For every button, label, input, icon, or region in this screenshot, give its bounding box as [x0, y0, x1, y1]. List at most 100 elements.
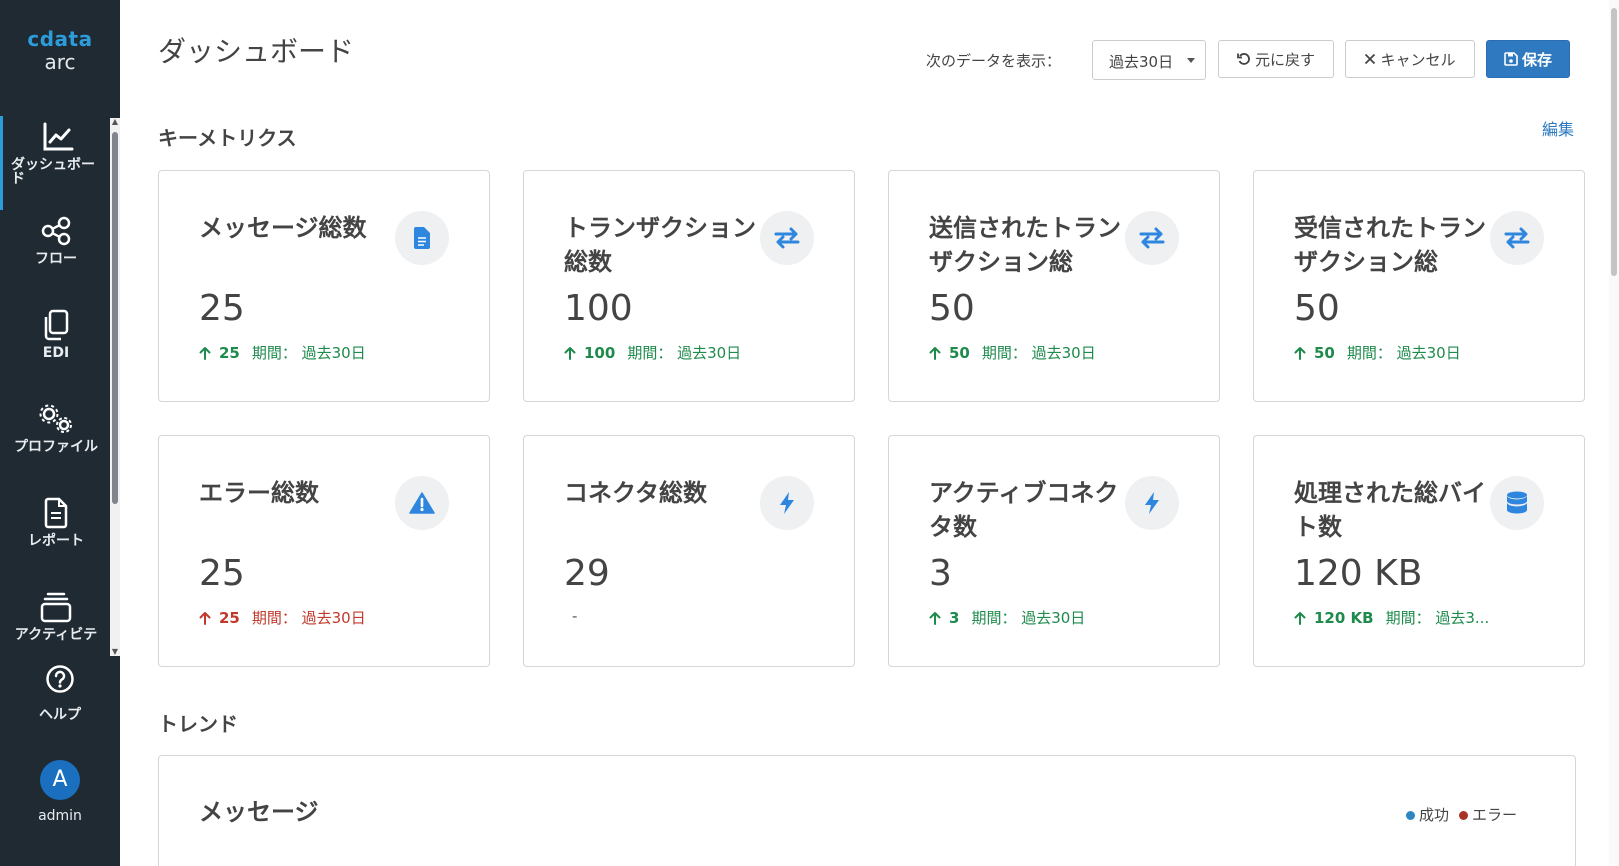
- arrow-up-icon: [929, 611, 941, 625]
- gears-icon: [0, 402, 112, 436]
- bolt-icon: [760, 476, 814, 530]
- document-icon: [0, 496, 112, 530]
- save-label: 保存: [1521, 50, 1552, 69]
- metric-delta: 120 KB 期間： 過去3...: [1294, 607, 1489, 628]
- metric-card[interactable]: メッセージ総数 25 25 期間： 過去30日: [158, 170, 490, 402]
- metric-period: 期間： 過去30日: [251, 609, 366, 627]
- metric-period: 期間： 過去30日: [251, 344, 366, 362]
- metric-card[interactable]: コネクタ総数 29 -: [523, 435, 855, 667]
- metric-value: 29: [564, 553, 610, 594]
- arrow-up-icon: [199, 611, 211, 625]
- logo-sub: arc: [44, 50, 76, 74]
- metric-value: 50: [929, 288, 975, 329]
- metric-value: 120 KB: [1294, 553, 1423, 594]
- database-icon: [1490, 476, 1544, 530]
- period-value: 過去30日: [1109, 53, 1174, 71]
- revert-button[interactable]: 元に戻す: [1218, 40, 1334, 78]
- sidebar-item-activity[interactable]: アクティビテ: [0, 586, 112, 652]
- metric-title: トランザクション総数: [564, 214, 756, 276]
- sidebar-item-flow[interactable]: フロー: [0, 210, 112, 304]
- metric-value: 25: [199, 553, 245, 594]
- metric-delta: 100 期間： 過去30日: [564, 342, 741, 363]
- period-select[interactable]: 過去30日: [1092, 40, 1206, 80]
- metric-card[interactable]: 受信されたトランザクション総 50 50 期間： 過去30日: [1253, 170, 1585, 402]
- sidebar-scroll-thumb[interactable]: [112, 132, 118, 504]
- metric-delta-value: 50: [1314, 343, 1335, 362]
- arrow-up-icon: [564, 346, 576, 360]
- edit-metrics-link[interactable]: 編集: [1542, 116, 1574, 140]
- sidebar-item-label: フロー: [35, 251, 77, 267]
- scroll-down-icon[interactable]: ▼: [111, 648, 119, 656]
- avatar[interactable]: A: [40, 760, 80, 800]
- metric-delta-value: 120 KB: [1314, 608, 1374, 627]
- app-logo[interactable]: cdata arc: [0, 28, 120, 74]
- logo-brand: cdata: [27, 27, 93, 51]
- metric-title: 処理された総バイト数: [1294, 479, 1486, 541]
- period-label: 次のデータを表示：: [926, 52, 1062, 70]
- metric-title: エラー総数: [199, 479, 319, 507]
- page-scroll-thumb[interactable]: [1611, 8, 1617, 276]
- sidebar-item-label: アクティビテ: [14, 627, 98, 643]
- floppy-disk-icon: [1504, 52, 1518, 66]
- cancel-button[interactable]: キャンセル: [1345, 40, 1475, 78]
- help-button[interactable]: ヘルプ: [0, 664, 120, 724]
- sidebar-item-edi[interactable]: EDI: [0, 304, 112, 398]
- metric-delta-value: 3: [949, 608, 960, 627]
- sidebar-item-reports[interactable]: レポート: [0, 492, 112, 586]
- user-name: admin: [38, 808, 82, 824]
- metric-title: 送信されたトランザクション総: [929, 214, 1121, 276]
- legend-label: エラー: [1471, 806, 1517, 824]
- arrows-exchange-icon: [1125, 211, 1179, 265]
- legend-dot: [1458, 811, 1468, 820]
- user-menu[interactable]: A admin: [0, 760, 120, 824]
- file-icon: [395, 211, 449, 265]
- sidebar-item-label: ダッシュボード: [11, 157, 95, 187]
- bolt-icon: [1125, 476, 1179, 530]
- sidebar-scrollbar[interactable]: ▲ ▼: [110, 118, 120, 656]
- metric-card[interactable]: アクティブコネクタ数 3 3 期間： 過去30日: [888, 435, 1220, 667]
- metric-title: 受信されたトランザクション総: [1294, 214, 1486, 276]
- metric-delta-value: 100: [584, 343, 616, 362]
- arrow-up-icon: [1294, 346, 1306, 360]
- metric-title: コネクタ総数: [564, 479, 708, 507]
- legend-item-success[interactable]: 成功: [1405, 804, 1449, 825]
- arrow-up-icon: [1294, 611, 1306, 625]
- metric-card[interactable]: トランザクション総数 100 100 期間： 過去30日: [523, 170, 855, 402]
- metric-delta-value: 25: [219, 608, 240, 627]
- metric-period: 期間： 過去30日: [981, 344, 1096, 362]
- sidebar-item-label: プロファイル: [14, 439, 98, 455]
- legend-label: 成功: [1418, 806, 1449, 824]
- metric-period: 期間： 過去30日: [627, 344, 742, 362]
- sidebar-nav: ダッシュボード フロー EDI プロファイル レポート アクティビテ: [0, 116, 112, 652]
- metric-delta-value: 25: [219, 343, 240, 362]
- metric-card[interactable]: 処理された総バイト数 120 KB 120 KB 期間： 過去3...: [1253, 435, 1585, 667]
- question-circle-icon: [0, 664, 120, 698]
- trend-card-messages: メッセージ 成功 エラー: [158, 755, 1576, 866]
- legend-item-error[interactable]: エラー: [1458, 804, 1517, 825]
- undo-icon: [1237, 53, 1250, 65]
- metric-card[interactable]: エラー総数 25 25 期間： 過去30日: [158, 435, 490, 667]
- chart-line-icon: [3, 120, 112, 154]
- chart-legend: 成功 エラー: [1405, 804, 1517, 825]
- metric-value: 50: [1294, 288, 1340, 329]
- metric-delta: 50 期間： 過去30日: [1294, 342, 1461, 363]
- save-button[interactable]: 保存: [1486, 40, 1570, 78]
- metric-card[interactable]: 送信されたトランザクション総 50 50 期間： 過去30日: [888, 170, 1220, 402]
- page-title: ダッシュボード: [158, 35, 355, 68]
- metric-value: 25: [199, 288, 245, 329]
- metric-delta-value: 50: [949, 343, 970, 362]
- scroll-up-icon[interactable]: ▲: [111, 118, 119, 126]
- metric-title: アクティブコネクタ数: [929, 479, 1119, 541]
- share-nodes-icon: [0, 214, 112, 248]
- revert-label: 元に戻す: [1254, 50, 1315, 69]
- warning-triangle-icon: [395, 476, 449, 530]
- arrow-up-icon: [929, 346, 941, 360]
- trends-section-title: トレンド: [158, 712, 238, 736]
- sidebar-item-profile[interactable]: プロファイル: [0, 398, 112, 492]
- sidebar-item-dashboard[interactable]: ダッシュボード: [0, 116, 112, 210]
- layers-icon: [0, 590, 112, 624]
- page-scrollbar[interactable]: [1609, 0, 1619, 866]
- sidebar-item-label: レポート: [28, 533, 84, 549]
- help-label: ヘルプ: [39, 707, 81, 723]
- arrows-exchange-icon: [760, 211, 814, 265]
